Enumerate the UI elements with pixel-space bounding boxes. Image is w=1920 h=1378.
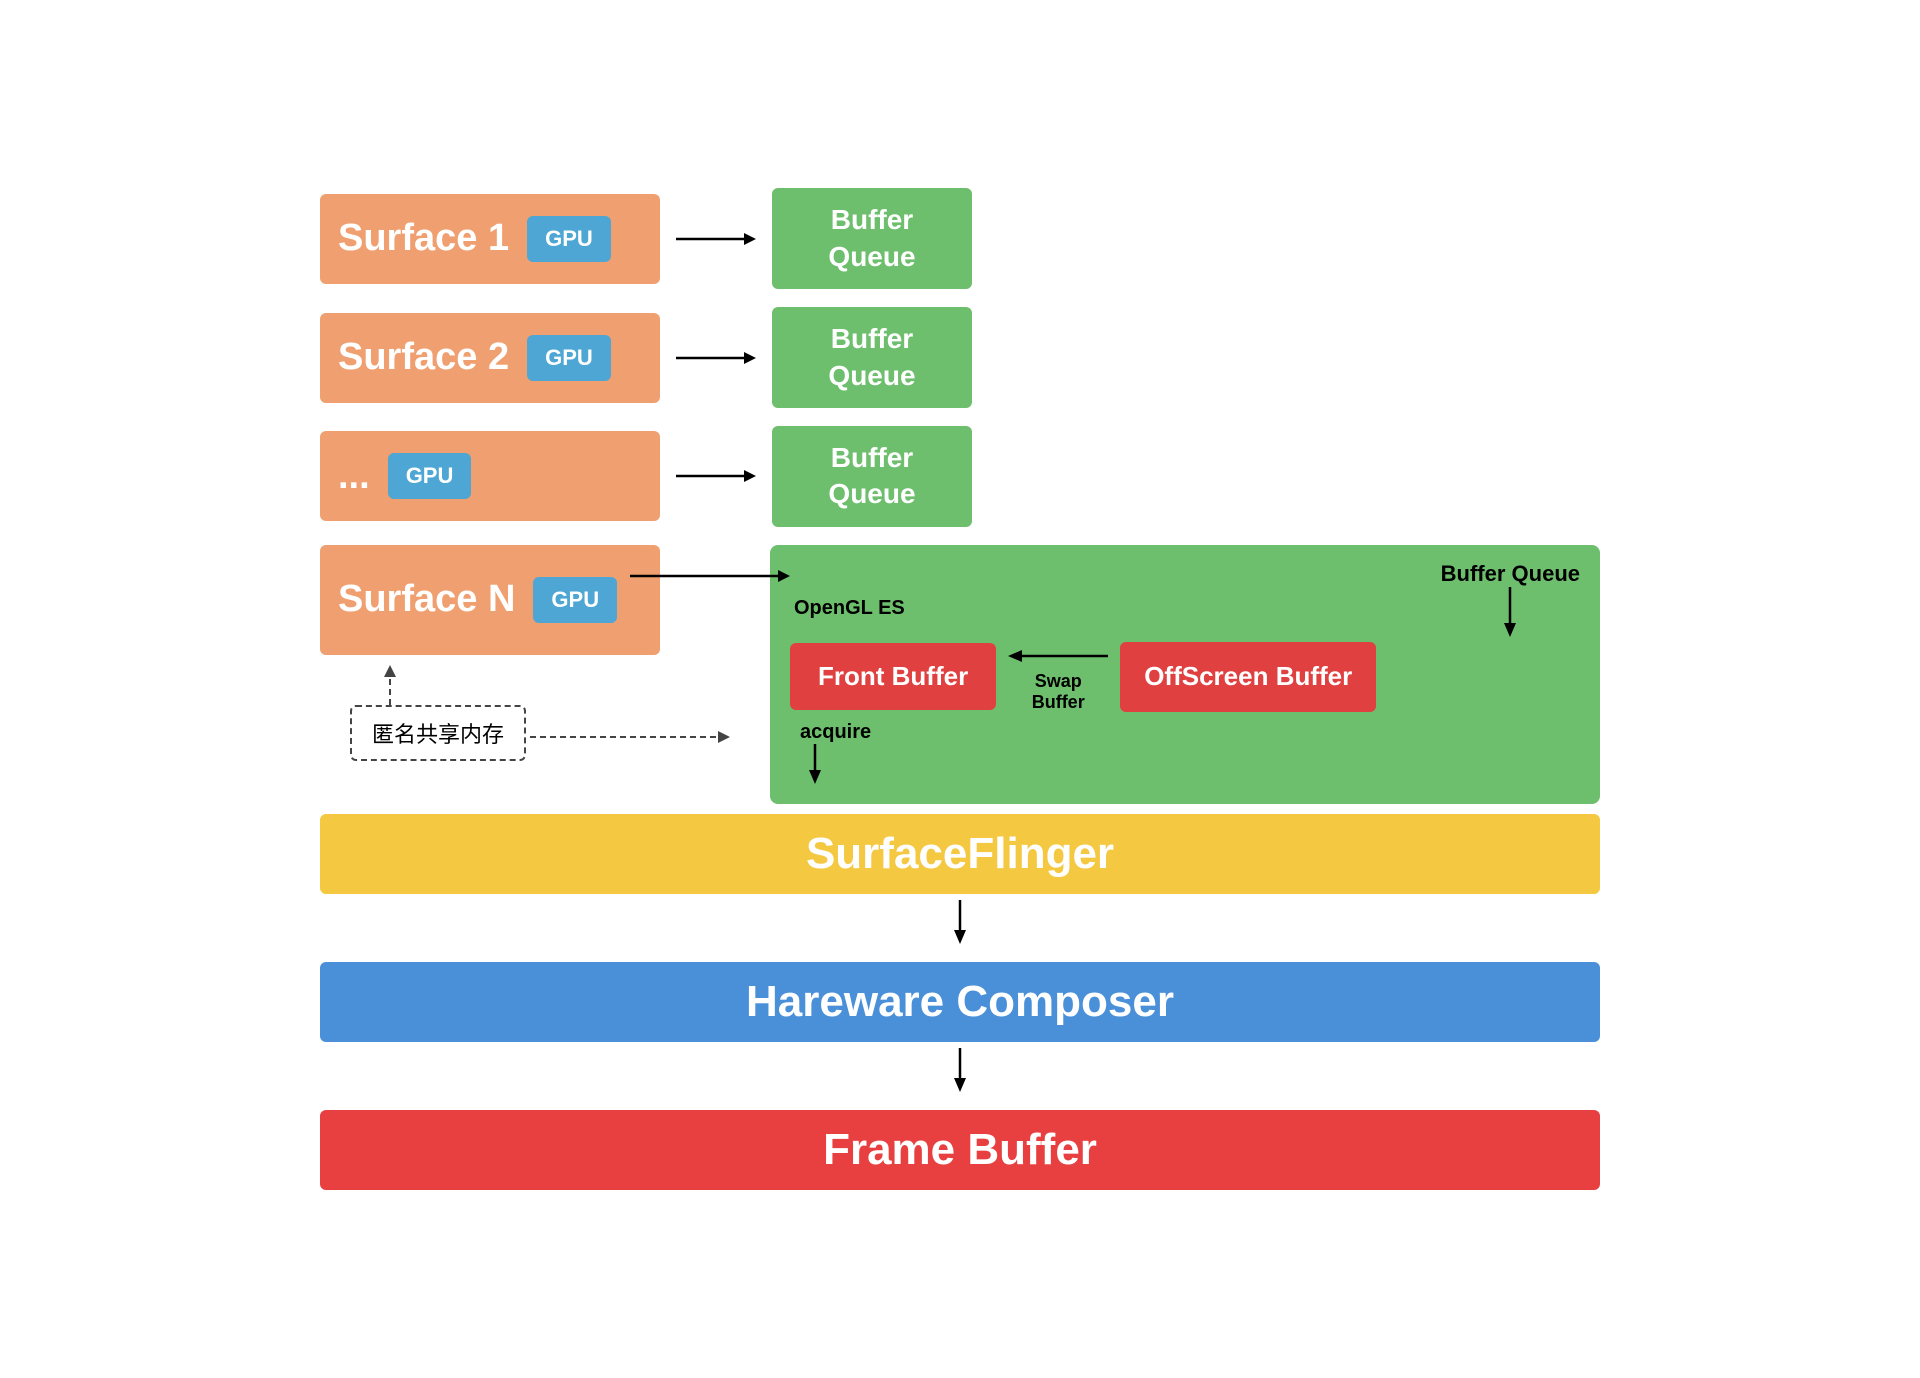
frame-buffer-bar: Frame Buffer xyxy=(320,1110,1600,1190)
front-buffer-box: Front Buffer xyxy=(790,643,996,710)
hw-composer-label: Hareware Composer xyxy=(746,977,1174,1027)
anon-label: 匿名共享内存 xyxy=(372,722,504,747)
surfaceflinger-label: SurfaceFlinger xyxy=(806,829,1114,879)
sf-to-hw-arrow xyxy=(320,900,1600,944)
surface-dots-box: ... GPU xyxy=(320,431,660,521)
surface-n-box: Surface N GPU xyxy=(320,545,660,655)
dashed-right-arrow xyxy=(530,717,750,757)
surface-n-label: Surface N xyxy=(338,578,515,621)
surface1-box: Surface 1 GPU xyxy=(320,194,660,284)
surfaceflinger-bar: SurfaceFlinger xyxy=(320,814,1600,894)
frame-buffer-label: Frame Buffer xyxy=(823,1125,1097,1175)
dashed-up-arrow xyxy=(360,665,420,705)
surface1-buffer-queue: BufferQueue xyxy=(772,188,972,289)
hw-to-fb-arrow-svg xyxy=(945,1048,975,1092)
hw-composer-bar: Hareware Composer xyxy=(320,962,1600,1042)
surface1-arrow xyxy=(676,224,756,254)
surface1-gpu: GPU xyxy=(527,216,611,262)
swap-arrow-section: SwapBuffer xyxy=(1008,641,1108,713)
buffers-row: Front Buffer SwapBuffer OffScreen Buffer xyxy=(790,641,1580,713)
surface-n-full-section: Surface N GPU 匿名共享内存 xyxy=(320,545,1600,804)
surface-dots-arrow xyxy=(676,461,756,491)
surface2-row: Surface 2 GPU BufferQueue xyxy=(320,307,1600,408)
surface-dots-gpu: GPU xyxy=(388,453,472,499)
green-box-top: OpenGL ES Buffer Queue xyxy=(790,561,1580,637)
opengl-section: OpenGL ES xyxy=(790,561,905,624)
surface1-label: Surface 1 xyxy=(338,217,509,260)
surface-dots-label: ... xyxy=(338,455,370,498)
surface1-row: Surface 1 GPU BufferQueue xyxy=(320,188,1600,289)
surface2-label: Surface 2 xyxy=(338,336,509,379)
hw-to-fb-arrow xyxy=(320,1048,1600,1092)
offscreen-buffer-label: OffScreen Buffer xyxy=(1144,661,1352,691)
anon-section: 匿名共享内存 xyxy=(350,665,750,761)
front-buffer-label: Front Buffer xyxy=(818,661,968,691)
surface-dots-row: ... GPU BufferQueue xyxy=(320,426,1600,527)
gpu-to-green-arrow-row xyxy=(630,561,905,591)
sf-to-hw-arrow-svg xyxy=(945,900,975,944)
surface2-gpu: GPU xyxy=(527,335,611,381)
surface-dots-buffer-queue: BufferQueue xyxy=(772,426,972,527)
offscreen-buffer-box: OffScreen Buffer xyxy=(1120,642,1376,712)
swap-arrow-svg xyxy=(1008,641,1108,671)
swap-label: SwapBuffer xyxy=(1032,671,1085,713)
acquire-arrow xyxy=(800,744,830,784)
main-diagram: Surface 1 GPU BufferQueue Surface 2 GPU … xyxy=(260,148,1660,1229)
green-compositor-box: OpenGL ES Buffer Queue Front Buffer xyxy=(770,545,1600,804)
gpu-arrow-svg xyxy=(630,561,790,591)
opengl-label: OpenGL ES xyxy=(794,597,905,620)
anon-shared-memory-box: 匿名共享内存 xyxy=(350,705,526,761)
surface2-buffer-queue: BufferQueue xyxy=(772,307,972,408)
acquire-label: acquire xyxy=(800,721,871,744)
surface2-arrow xyxy=(676,343,756,373)
buffer-queue-top-label: Buffer Queue xyxy=(1441,561,1580,587)
bq-right-section: Buffer Queue xyxy=(1441,561,1580,637)
surface2-box: Surface 2 GPU xyxy=(320,313,660,403)
bq-down-arrow xyxy=(1495,587,1525,637)
acquire-section: acquire xyxy=(800,721,1580,784)
surface-n-gpu: GPU xyxy=(533,577,617,623)
